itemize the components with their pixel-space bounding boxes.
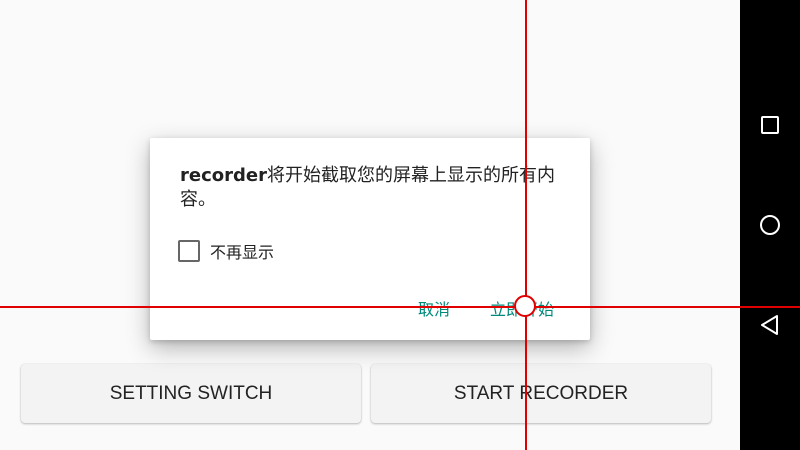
crosshair-horizontal-line [0, 306, 800, 308]
back-icon[interactable] [740, 305, 800, 345]
system-navigation-bar [740, 0, 800, 450]
home-icon[interactable] [740, 205, 800, 245]
cancel-button[interactable]: 取消 [418, 296, 450, 320]
crosshair-vertical-line [525, 0, 527, 450]
dont-show-again-label: 不再显示 [210, 243, 275, 262]
crosshair-target-circle [514, 295, 536, 317]
recents-icon[interactable] [740, 105, 800, 145]
dont-show-again-row[interactable]: 不再显示 [178, 239, 274, 263]
start-recorder-button[interactable]: START RECORDER [371, 364, 711, 423]
dialog-message: recorder将开始截取您的屏幕上显示的所有内容。 [180, 164, 570, 212]
dialog-app-name: recorder [180, 165, 267, 186]
setting-switch-button[interactable]: SETTING SWITCH [21, 364, 361, 423]
app-content: SETTING SWITCH START RECORDER recorder将开… [0, 0, 740, 450]
dont-show-again-checkbox[interactable] [178, 240, 200, 262]
